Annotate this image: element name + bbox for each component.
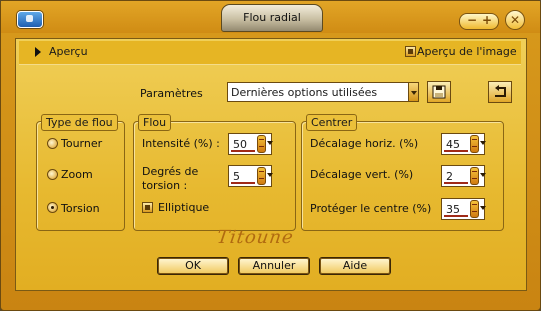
image-preview-label[interactable]: Aperçu de l'image [417, 45, 517, 58]
v-offset-spin-icon[interactable] [470, 167, 479, 185]
close-icon: ✕ [509, 13, 521, 27]
radio-tourner[interactable] [47, 138, 58, 149]
params-label: Paramètres [140, 87, 203, 100]
radio-tourner-label[interactable]: Tourner [61, 137, 102, 150]
system-menu-icon[interactable] [17, 11, 43, 28]
center-title: Centrer [306, 114, 358, 131]
elliptical-checkbox[interactable] [142, 202, 153, 213]
image-preview-checkbox[interactable] [405, 46, 416, 57]
radio-zoom[interactable] [47, 169, 58, 180]
window-title: Flou radial [243, 11, 301, 24]
radio-torsion-label[interactable]: Torsion [61, 202, 100, 215]
torsion-slider[interactable] [231, 182, 255, 184]
close-button[interactable]: ✕ [505, 10, 525, 30]
radio-torsion[interactable] [47, 202, 58, 213]
reset-icon [495, 85, 506, 97]
ok-button[interactable]: OK [157, 257, 229, 275]
help-button[interactable]: Aide [319, 257, 391, 275]
intensity-slider[interactable] [231, 150, 255, 152]
intensity-dropdown-icon[interactable] [267, 141, 273, 145]
h-offset-dropdown-icon[interactable] [480, 141, 486, 145]
torsion-label-line1: Degrés de [142, 165, 199, 178]
torsion-spin-icon[interactable] [257, 167, 266, 185]
maximize-icon[interactable]: + [482, 13, 492, 27]
protect-center-slider[interactable] [444, 215, 468, 217]
intensity-stepper[interactable]: 50 [228, 133, 273, 155]
v-offset-stepper[interactable]: 2 [441, 165, 486, 187]
preset-dropdown-arrow-icon[interactable] [408, 82, 419, 102]
h-offset-stepper[interactable]: 45 [441, 133, 486, 155]
save-icon [432, 85, 446, 99]
torsion-label-line2: torsion : [142, 179, 188, 192]
blur-title: Flou [138, 114, 172, 131]
v-offset-dropdown-icon[interactable] [480, 173, 486, 177]
intensity-label: Intensité (%) : [142, 137, 220, 150]
reset-button[interactable] [488, 81, 512, 103]
blur-type-title: Type de flou [41, 114, 118, 131]
minimize-icon[interactable]: − [467, 13, 477, 27]
preset-value: Dernières options utilisées [231, 86, 378, 99]
torsion-stepper[interactable]: 5 [228, 165, 273, 187]
preview-label[interactable]: Aperçu [49, 45, 88, 58]
title-bar[interactable]: Flou radial − + ✕ [1, 1, 540, 33]
preset-select[interactable]: Dernières options utilisées [227, 82, 419, 102]
minimize-maximize-button[interactable]: − + [459, 13, 499, 30]
signature-watermark: Titoune [215, 227, 296, 248]
protect-center-dropdown-icon[interactable] [480, 206, 486, 210]
expand-arrow-icon[interactable] [35, 47, 41, 57]
h-offset-label: Décalage horiz. (%) [310, 137, 419, 150]
protect-center-spin-icon[interactable] [470, 200, 479, 218]
preview-bar[interactable]: Aperçu Aperçu de l'image [19, 41, 521, 65]
h-offset-spin-icon[interactable] [470, 135, 479, 153]
v-offset-label: Décalage vert. (%) [310, 168, 414, 181]
cancel-button[interactable]: Annuler [238, 257, 310, 275]
radio-zoom-label[interactable]: Zoom [61, 168, 93, 181]
title-tab: Flou radial [221, 4, 323, 32]
protect-center-stepper[interactable]: 35 [441, 198, 486, 220]
h-offset-slider[interactable] [444, 150, 468, 152]
intensity-spin-icon[interactable] [257, 135, 266, 153]
protect-center-label: Protéger le centre (%) [310, 202, 432, 215]
dialog-window: Flou radial − + ✕ Aperçu Aperçu de l'ima… [0, 0, 541, 311]
torsion-dropdown-icon[interactable] [267, 173, 273, 177]
save-preset-button[interactable] [427, 81, 451, 103]
v-offset-slider[interactable] [444, 182, 468, 184]
elliptical-label[interactable]: Elliptique [158, 201, 209, 214]
